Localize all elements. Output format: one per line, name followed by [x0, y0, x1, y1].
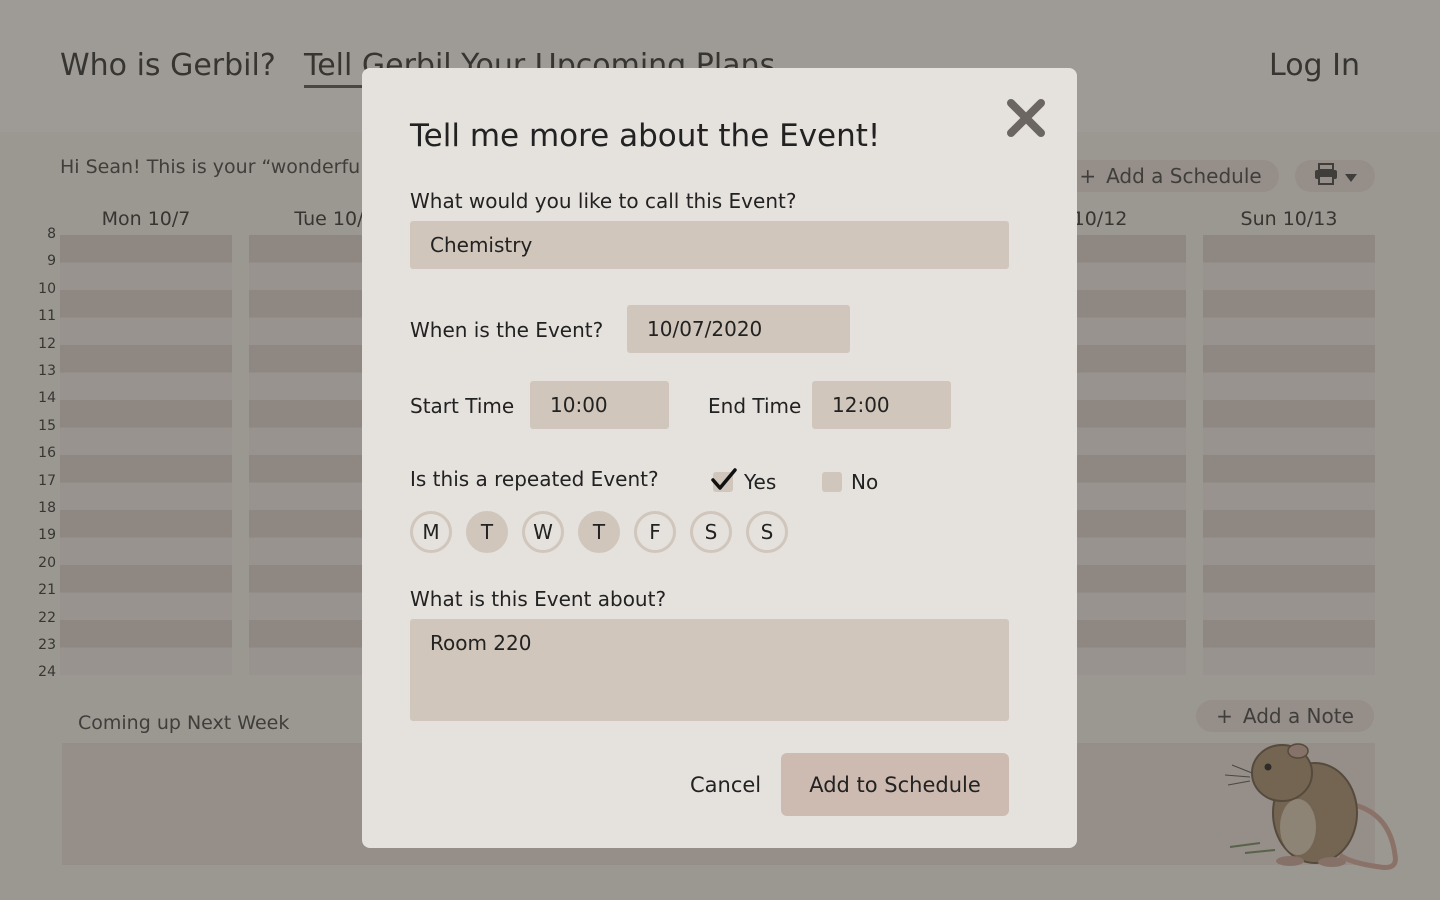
- end-time-label: End Time: [708, 394, 802, 418]
- weekday-toggle-sat[interactable]: S: [690, 511, 732, 553]
- event-date-label: When is the Event?: [410, 318, 604, 342]
- add-to-schedule-button[interactable]: Add to Schedule: [781, 753, 1009, 816]
- repeat-no-label[interactable]: No: [851, 470, 878, 494]
- repeat-no-checkbox[interactable]: [822, 472, 842, 492]
- event-name-input[interactable]: Chemistry: [410, 221, 1009, 269]
- event-about-label: What is this Event about?: [410, 587, 667, 611]
- weekday-toggle-wed[interactable]: W: [522, 511, 564, 553]
- weekday-toggle-fri[interactable]: F: [634, 511, 676, 553]
- event-name-label: What would you like to call this Event?: [410, 189, 797, 213]
- repeat-yes-label[interactable]: Yes: [744, 470, 776, 494]
- cancel-button[interactable]: Cancel: [690, 773, 761, 797]
- event-date-input[interactable]: 10/07/2020: [627, 305, 850, 353]
- start-time-label: Start Time: [410, 394, 515, 418]
- start-time-input[interactable]: 10:00: [530, 381, 669, 429]
- event-about-textarea[interactable]: Room 220: [410, 619, 1009, 721]
- repeat-question-label: Is this a repeated Event?: [410, 467, 659, 491]
- checkmark-icon: [710, 467, 738, 497]
- weekday-toggle-tue[interactable]: T: [466, 511, 508, 553]
- event-modal: Tell me more about the Event! What would…: [362, 68, 1077, 848]
- weekday-toggle-mon[interactable]: M: [410, 511, 452, 553]
- end-time-input[interactable]: 12:00: [812, 381, 951, 429]
- weekday-toggle-sun[interactable]: S: [746, 511, 788, 553]
- modal-title: Tell me more about the Event!: [410, 118, 881, 154]
- weekday-toggle-thu[interactable]: T: [578, 511, 620, 553]
- close-icon[interactable]: [1006, 98, 1046, 138]
